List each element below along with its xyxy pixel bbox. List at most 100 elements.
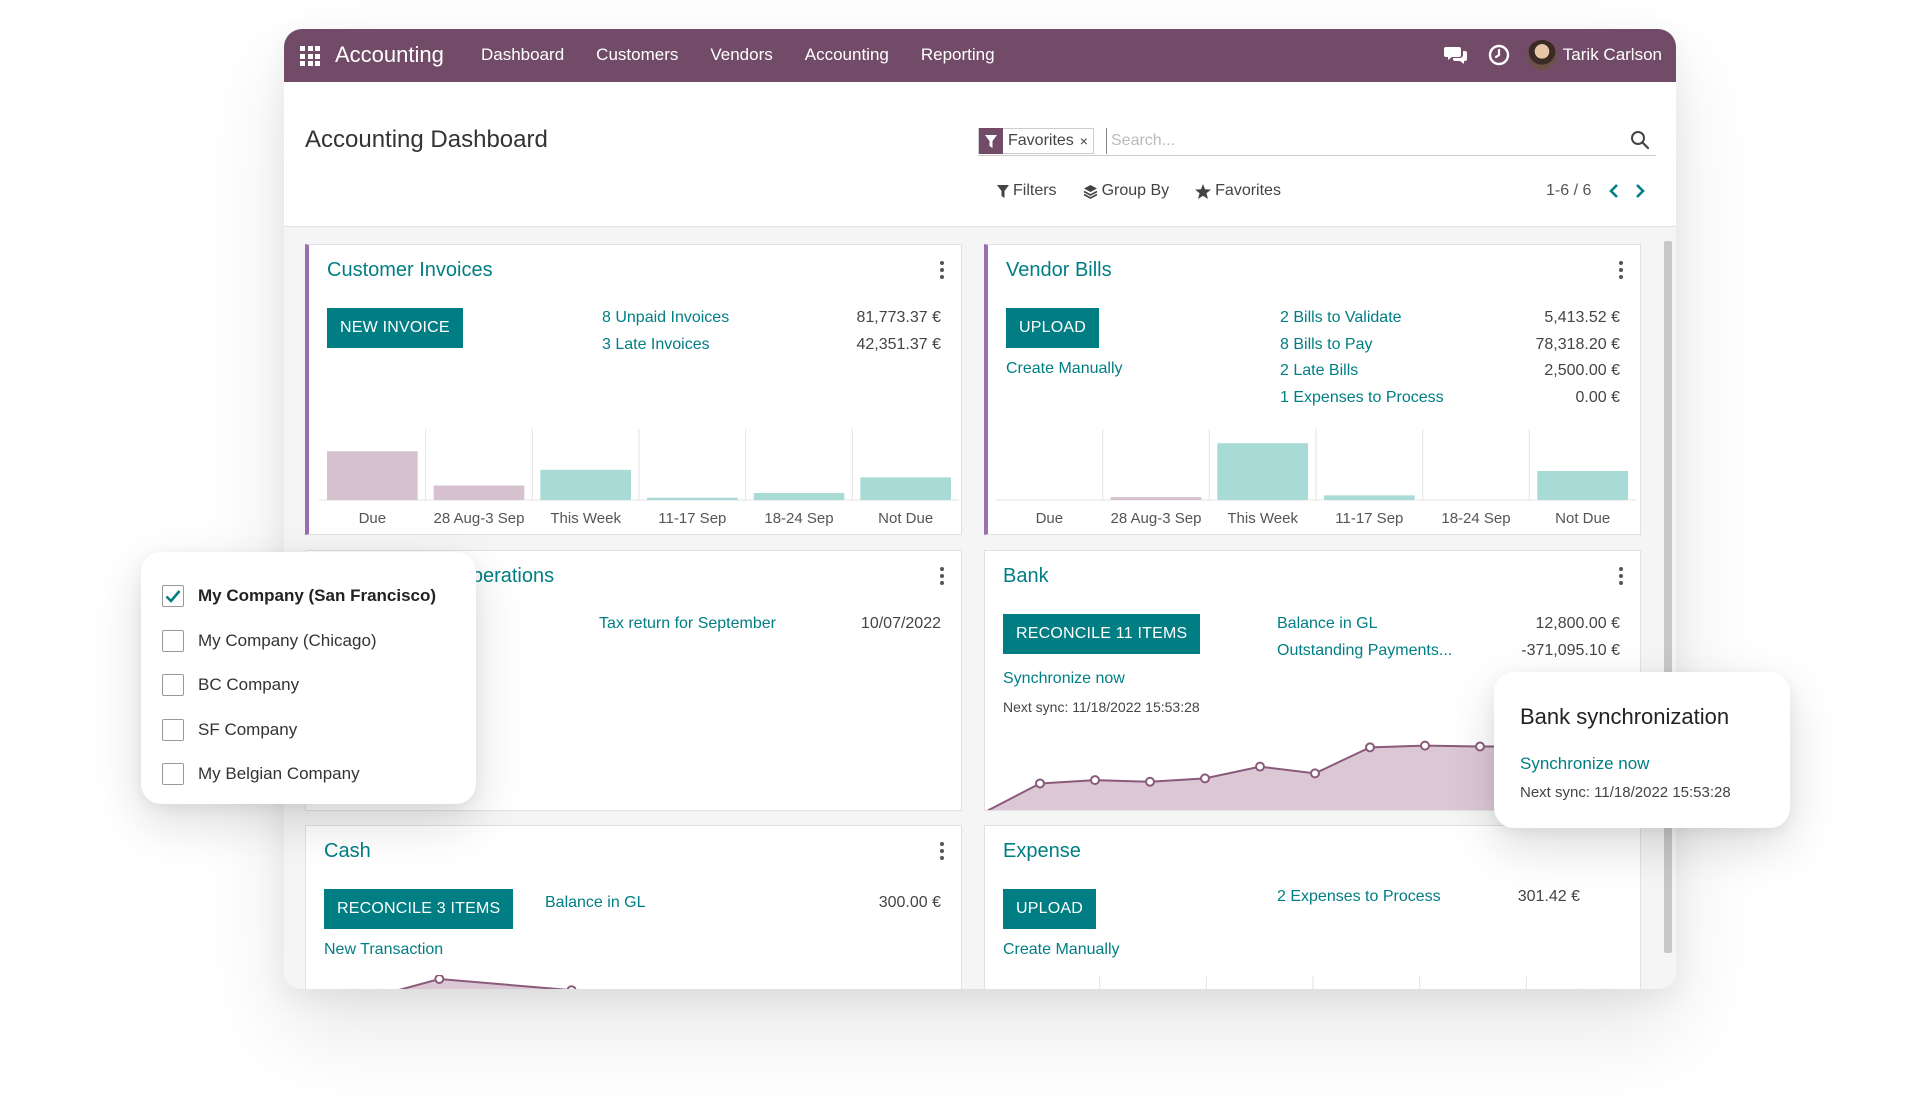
card-options-icon[interactable] <box>939 261 945 279</box>
card-title[interactable]: Bank <box>1003 565 1049 588</box>
card-title[interactable]: Customer Invoices <box>327 259 493 282</box>
search-input[interactable] <box>1106 128 1606 154</box>
company-option[interactable]: SF Company <box>162 718 297 741</box>
card-options-icon[interactable] <box>1618 261 1624 279</box>
chart-point[interactable] <box>1145 776 1155 787</box>
company-checkbox[interactable] <box>162 629 184 652</box>
chart-point[interactable] <box>1200 773 1210 784</box>
chart-tick-label: 11-17 Sep <box>1335 510 1403 527</box>
create-expense-manually-link[interactable]: Create Manually <box>1003 941 1120 959</box>
card-options-icon[interactable] <box>1618 567 1624 585</box>
menu-item-customers[interactable]: Customers <box>596 45 678 65</box>
app-name[interactable]: Accounting <box>335 42 444 68</box>
chart-point[interactable] <box>434 975 445 984</box>
reconcile-cash-button[interactable]: RECONCILE 3 ITEMS <box>324 889 514 929</box>
company-checkbox[interactable] <box>162 763 184 785</box>
company-checkbox[interactable] <box>162 674 184 696</box>
upload-bill-button[interactable]: UPLOAD <box>1006 308 1099 348</box>
filters-dropdown[interactable]: Filters <box>997 182 1057 200</box>
company-option[interactable]: My Belgian Company <box>162 763 360 785</box>
chart-tick-label: Due <box>359 510 387 527</box>
chevron-right-icon[interactable] <box>1633 183 1647 199</box>
dashboard-content: Customer Invoices NEW INVOICE 8 Unpaid I… <box>284 227 1676 989</box>
app-grid-icon[interactable] <box>300 46 320 66</box>
chart-point[interactable] <box>1475 741 1485 752</box>
cash-balance-link[interactable]: Balance in GL <box>545 894 646 912</box>
bank-balance-link[interactable]: Balance in GL <box>1277 611 1452 638</box>
chart-point[interactable] <box>1035 778 1045 789</box>
menu-item-reporting[interactable]: Reporting <box>921 45 995 65</box>
outstanding-payments-amount: -371,095.10 € <box>1521 641 1620 659</box>
tax-return-link[interactable]: Tax return for September <box>599 615 776 633</box>
card-vendor-bills: Vendor Bills UPLOAD Create Manually 2 Bi… <box>984 244 1641 535</box>
scrollbar[interactable] <box>1664 241 1672 953</box>
bills-to-pay-link[interactable]: 8 Bills to Pay <box>1280 332 1444 359</box>
chart-point[interactable] <box>1090 775 1100 786</box>
chart-bar[interactable] <box>433 485 525 501</box>
company-option[interactable]: My Company (Chicago) <box>162 629 377 652</box>
chart-bar[interactable] <box>1110 497 1202 500</box>
menu-item-vendors[interactable]: Vendors <box>710 45 772 65</box>
chart-point[interactable] <box>1365 742 1375 753</box>
chart-bar[interactable] <box>1537 471 1628 500</box>
chart-bar[interactable] <box>860 477 951 500</box>
expenses-to-process-link[interactable]: 2 Expenses to Process <box>1277 888 1441 906</box>
layers-icon <box>1083 184 1097 199</box>
expenses-to-process-link[interactable]: 1 Expenses to Process <box>1280 385 1444 412</box>
new-transaction-link[interactable]: New Transaction <box>324 941 443 959</box>
unpaid-invoices-link[interactable]: 8 Unpaid Invoices <box>602 305 729 332</box>
chart-bar[interactable] <box>327 451 418 500</box>
menu-item-dashboard[interactable]: Dashboard <box>481 45 564 65</box>
chat-icon[interactable] <box>1443 42 1469 68</box>
bill-amounts: 5,413.52 € 78,318.20 € 2,500.00 € 0.00 € <box>1535 305 1620 411</box>
chart-bar[interactable] <box>1324 495 1415 500</box>
bank-sync-now-link[interactable]: Synchronize now <box>1520 754 1649 774</box>
user-avatar[interactable] <box>1526 40 1557 70</box>
reconcile-bank-button[interactable]: RECONCILE 11 ITEMS <box>1003 614 1201 654</box>
bank-synchronize-link[interactable]: Synchronize now <box>1003 670 1125 688</box>
user-name[interactable]: Tarik Carlson <box>1563 45 1662 65</box>
company-checkbox[interactable] <box>162 585 184 607</box>
facet-remove-icon[interactable]: × <box>1080 133 1093 149</box>
search-icon[interactable] <box>1630 130 1650 150</box>
chart-point[interactable] <box>1310 768 1320 779</box>
chart-bar[interactable] <box>1217 443 1308 500</box>
late-bills-link[interactable]: 2 Late Bills <box>1280 358 1444 385</box>
create-bill-manually-link[interactable]: Create Manually <box>1006 360 1123 378</box>
groupby-dropdown[interactable]: Group By <box>1083 182 1169 200</box>
late-invoices-link[interactable]: 3 Late Invoices <box>602 332 729 359</box>
company-option[interactable]: My Company (San Francisco) <box>162 585 436 607</box>
company-option[interactable]: BC Company <box>162 674 299 696</box>
chart-bar[interactable] <box>647 497 738 500</box>
star-icon <box>1195 183 1212 199</box>
favorites-dropdown[interactable]: Favorites <box>1195 182 1281 200</box>
chevron-left-icon[interactable] <box>1607 183 1621 199</box>
chart-point[interactable] <box>1255 761 1265 772</box>
card-options-icon[interactable] <box>939 567 945 585</box>
activity-clock-icon[interactable] <box>1487 43 1511 67</box>
search-facet-favorites[interactable]: Favorites × <box>978 128 1094 154</box>
bank-sync-title: Bank synchronization <box>1520 704 1730 729</box>
chart-point[interactable] <box>566 985 577 989</box>
cash-balance-chart <box>398 975 577 989</box>
card-title[interactable]: Cash <box>324 840 371 863</box>
chart-point[interactable] <box>1420 740 1430 751</box>
card-title[interactable]: Expense <box>1003 840 1081 863</box>
card-title[interactable]: Vendor Bills <box>1006 259 1112 282</box>
menu-item-accounting[interactable]: Accounting <box>805 45 889 65</box>
chart-bar[interactable] <box>753 493 845 500</box>
upload-expense-button[interactable]: UPLOAD <box>1003 889 1096 929</box>
customer-invoices-chart: Due 28 Aug-3 Sep This Week 11-17 Sep 18-24 S… <box>319 429 959 527</box>
pager-value[interactable]: 1-6 / 6 <box>1546 182 1591 200</box>
outstanding-payments-link[interactable]: Outstanding Payments... <box>1277 638 1452 665</box>
bills-to-validate-link[interactable]: 2 Bills to Validate <box>1280 305 1444 332</box>
filter-icon <box>997 184 1009 198</box>
chart-tick-label: 28 Aug-3 Sep <box>1111 510 1202 527</box>
bills-to-validate-amount: 5,413.52 € <box>1544 309 1620 326</box>
new-invoice-button[interactable]: NEW INVOICE <box>327 308 463 348</box>
chart-bar[interactable] <box>540 469 631 500</box>
company-checkbox[interactable] <box>162 718 184 741</box>
chart-tick-label: 28 Aug-3 Sep <box>434 510 525 527</box>
card-options-icon[interactable] <box>939 842 945 860</box>
chart-tick-label: This Week <box>550 510 621 527</box>
